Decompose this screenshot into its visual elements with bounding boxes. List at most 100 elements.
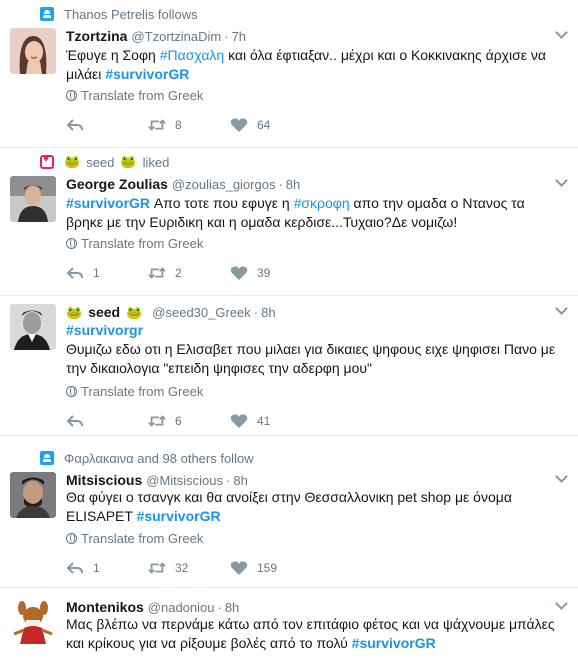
retweet-icon — [148, 267, 166, 279]
context-text[interactable]: Thanos Petrelis follows — [64, 7, 198, 22]
globe-icon — [66, 386, 77, 397]
tweet[interactable]: 🐸 seed 🐸 liked George Zoulias @zoulias_g… — [0, 148, 578, 296]
retweet-button[interactable]: 2 — [148, 265, 182, 281]
retweet-count: 6 — [175, 414, 182, 428]
tweet[interactable]: Φαρλακαινα and 98 others follow Mitsisci… — [0, 436, 578, 588]
globe-icon — [66, 90, 77, 101]
reply-button[interactable] — [66, 117, 93, 133]
heart-icon — [230, 561, 248, 575]
translate-label: Translate from Greek — [81, 236, 204, 251]
tweet-header: Montenikos @nadoniou · 8h — [66, 599, 239, 615]
frog-emoji: 🐸 — [66, 305, 83, 320]
avatar[interactable] — [10, 472, 56, 518]
heart-icon — [230, 414, 248, 428]
chevron-down-icon[interactable] — [554, 601, 568, 611]
tweet[interactable]: 🐸 seed 🐸 @seed30_Greek · 8h #survivorgr … — [0, 296, 578, 436]
hashtag-link[interactable]: #survivorGR — [137, 508, 221, 524]
reply-icon — [66, 267, 83, 279]
separator: · — [253, 305, 259, 320]
retweet-button[interactable]: 8 — [148, 117, 182, 133]
tweet-actions: 6 41 — [66, 413, 366, 429]
frog-emoji: 🐸 — [126, 305, 143, 320]
like-button[interactable]: 159 — [230, 560, 277, 576]
retweet-icon — [148, 415, 166, 427]
reply-button[interactable]: 1 — [66, 560, 100, 576]
heart-icon — [230, 118, 248, 132]
translate-link[interactable]: Translate from Greek — [66, 531, 203, 546]
text-segment: Έφυγε η Σοφη — [66, 47, 160, 63]
reply-icon — [66, 119, 83, 131]
translate-link[interactable]: Translate from Greek — [66, 236, 203, 251]
social-context: 🐸 seed 🐸 liked — [40, 154, 169, 170]
retweet-icon — [148, 119, 166, 131]
like-count: 159 — [257, 561, 278, 575]
user-name[interactable]: Tzortzina — [66, 28, 127, 44]
chevron-down-icon[interactable] — [554, 30, 568, 40]
reply-button[interactable]: 1 — [66, 265, 100, 281]
globe-icon — [66, 238, 77, 249]
timestamp[interactable]: 8h — [233, 473, 247, 488]
context-user[interactable]: seed — [86, 155, 114, 170]
user-handle[interactable]: @seed30_Greek — [152, 305, 250, 320]
context-action: liked — [142, 154, 170, 170]
hashtag-link[interactable]: #survivorgr — [66, 322, 143, 338]
tweet-header: 🐸 seed 🐸 @seed30_Greek · 8h — [66, 304, 276, 321]
person-icon — [40, 451, 54, 465]
frog-emoji: 🐸 — [120, 154, 137, 169]
heart-icon — [40, 154, 54, 169]
user-name[interactable]: seed — [88, 304, 120, 320]
hashtag-link[interactable]: #survivorGR — [66, 195, 150, 211]
timestamp[interactable]: 7h — [232, 29, 246, 44]
avatar[interactable] — [10, 304, 56, 350]
user-name[interactable]: Montenikos — [66, 599, 144, 615]
translate-label: Translate from Greek — [81, 384, 204, 399]
separator: · — [278, 177, 283, 192]
retweet-button[interactable]: 6 — [148, 413, 182, 429]
tweet-text: #survivorgr Θυμιζω εδω οτι η Ελισαβετ πο… — [66, 321, 561, 378]
timestamp[interactable]: 8h — [225, 600, 239, 615]
timestamp[interactable]: 8h — [286, 177, 300, 192]
hashtag-link[interactable]: #σκροφη — [294, 195, 350, 211]
tweet[interactable]: Montenikos @nadoniou · 8h Μας βλέπω να π… — [0, 588, 578, 662]
reply-icon — [66, 562, 83, 574]
retweet-count: 8 — [175, 118, 182, 132]
like-count: 39 — [257, 266, 271, 280]
reply-button[interactable] — [66, 413, 93, 429]
translate-link[interactable]: Translate from Greek — [66, 88, 203, 103]
separator: · — [217, 600, 222, 615]
user-name[interactable]: Mitsiscious — [66, 472, 142, 488]
hashtag-link[interactable]: #Πασχαλη — [160, 47, 224, 63]
retweet-button[interactable]: 32 — [148, 560, 188, 576]
timestamp[interactable]: 8h — [261, 305, 275, 320]
chevron-down-icon[interactable] — [554, 306, 568, 316]
user-handle[interactable]: @nadoniou — [148, 600, 215, 615]
globe-icon — [66, 533, 77, 544]
translate-link[interactable]: Translate from Greek — [66, 384, 203, 399]
avatar[interactable] — [10, 28, 56, 74]
tweet[interactable]: Thanos Petrelis follows Tzortzina @Tzort… — [0, 0, 578, 148]
timeline: Thanos Petrelis follows Tzortzina @Tzort… — [0, 0, 578, 662]
user-handle[interactable]: @TzortzinaDim — [131, 29, 221, 44]
user-handle[interactable]: @Mitsiscious — [146, 473, 223, 488]
tweet-text: Θα φύγει ο τσανγκ και θα ανοίξει στην Θε… — [66, 488, 561, 526]
hashtag-link[interactable]: #survivorGR — [105, 66, 189, 82]
tweet-text: Έφυγε η Σοφη #Πασχαλη και όλα έφτιαξαν..… — [66, 46, 561, 84]
person-icon — [40, 7, 54, 21]
translate-label: Translate from Greek — [81, 531, 204, 546]
chevron-down-icon[interactable] — [554, 178, 568, 188]
chevron-down-icon[interactable] — [554, 474, 568, 484]
user-name[interactable]: George Zoulias — [66, 176, 168, 192]
retweet-icon — [148, 562, 166, 574]
context-text[interactable]: Φαρλακαινα and 98 others follow — [64, 451, 254, 466]
like-button[interactable]: 41 — [230, 413, 270, 429]
user-handle[interactable]: @zoulias_giorgos — [172, 177, 276, 192]
like-button[interactable]: 39 — [230, 265, 270, 281]
tweet-text: Μας βλέπω να περνάμε κάτω από τον επιτάφ… — [66, 615, 561, 653]
text-segment: Απο τοτε που εφυγε η — [150, 195, 294, 211]
avatar[interactable] — [10, 176, 56, 222]
hashtag-link[interactable]: #survivorGR — [352, 635, 436, 651]
like-count: 64 — [257, 118, 271, 132]
heart-icon — [230, 266, 248, 280]
avatar[interactable] — [10, 598, 56, 644]
like-button[interactable]: 64 — [230, 117, 270, 133]
